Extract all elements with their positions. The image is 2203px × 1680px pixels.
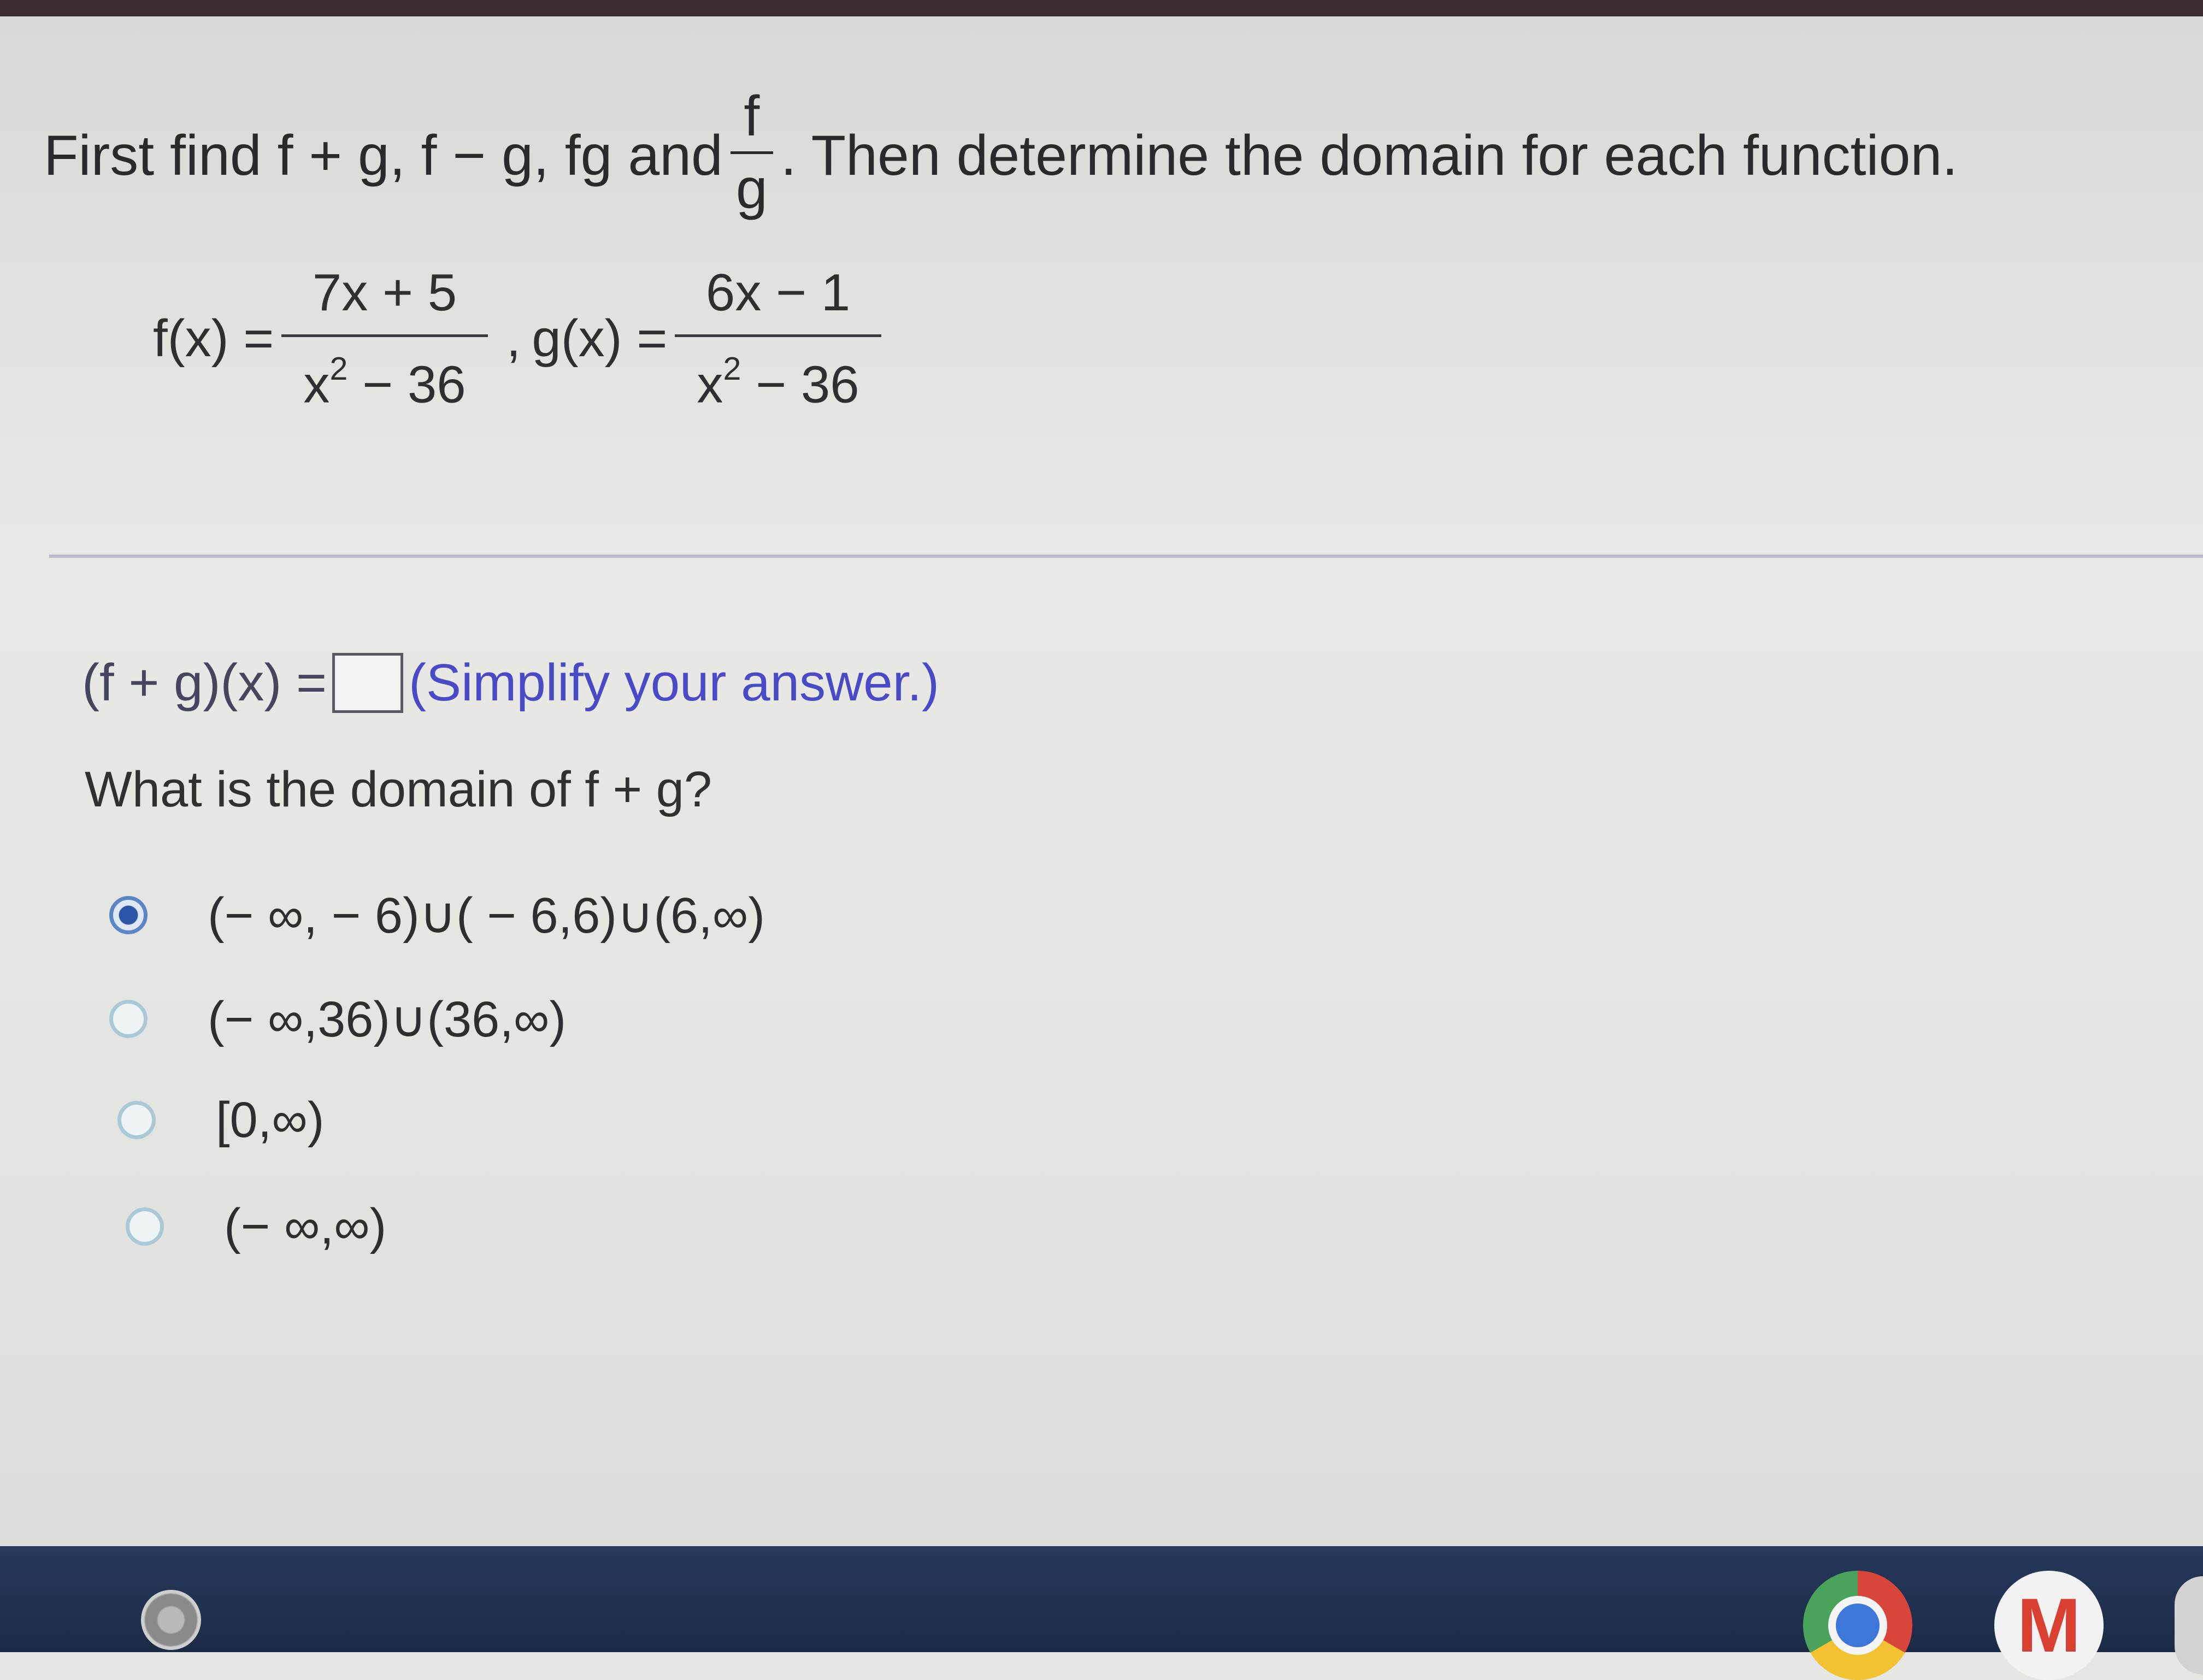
f-fraction-bar bbox=[281, 334, 488, 337]
radio-button[interactable] bbox=[109, 1000, 148, 1038]
choice-label: (− ∞,36)∪(36,∞) bbox=[208, 991, 567, 1047]
fraction-denominator: g bbox=[735, 157, 768, 221]
function-definitions: f(x) = 7x + 5 x2 − 36 , g(x) = 6x − 1 x2… bbox=[153, 257, 889, 421]
g-numerator: 6x − 1 bbox=[705, 263, 851, 322]
choice-label: (− ∞,∞) bbox=[224, 1198, 387, 1254]
fraction-numerator: f bbox=[744, 84, 760, 148]
choice-label: [0,∞) bbox=[216, 1092, 325, 1148]
answer-row: (f + g)(x) = (Simplify your answer.) bbox=[82, 650, 939, 716]
partial-app-icon[interactable] bbox=[2175, 1576, 2203, 1675]
answer-label: (f + g)(x) = bbox=[82, 653, 327, 712]
g-fraction: 6x − 1 x2 − 36 bbox=[675, 263, 881, 414]
g-label: g(x) = bbox=[532, 309, 668, 368]
f-denominator: x2 − 36 bbox=[303, 350, 466, 414]
launcher-icon[interactable] bbox=[141, 1590, 201, 1650]
answer-input[interactable] bbox=[332, 653, 404, 713]
f-label: f(x) = bbox=[153, 309, 274, 368]
g-fraction-bar bbox=[675, 334, 881, 337]
problem-intro: First find f + g, f − g, fg and bbox=[44, 123, 723, 187]
answer-hint: (Simplify your answer.) bbox=[409, 653, 939, 712]
radio-button-selected[interactable] bbox=[109, 896, 148, 934]
problem-statement: First find f + g, f − g, fg and f g . Th… bbox=[44, 88, 1958, 217]
choice-label: (− ∞, − 6)∪( − 6,6)∪(6,∞) bbox=[208, 887, 765, 944]
f-numerator: 7x + 5 bbox=[312, 263, 457, 322]
gmail-icon[interactable]: M bbox=[1994, 1571, 2104, 1680]
g-denominator: x2 − 36 bbox=[697, 350, 859, 414]
radio-button[interactable] bbox=[117, 1101, 156, 1139]
f-over-g-fraction: f g bbox=[730, 84, 773, 221]
fraction-bar bbox=[730, 151, 773, 154]
window-top-frame bbox=[0, 0, 2203, 16]
choice-option-3[interactable]: [0,∞) bbox=[117, 1084, 325, 1156]
f-fraction: 7x + 5 x2 − 36 bbox=[281, 263, 488, 414]
radio-button[interactable] bbox=[126, 1207, 164, 1246]
section-divider bbox=[49, 555, 2203, 558]
choice-option-2[interactable]: (− ∞,36)∪(36,∞) bbox=[109, 983, 566, 1054]
problem-outro: . Then determine the domain for each fun… bbox=[780, 123, 1958, 187]
function-separator: , bbox=[506, 309, 521, 368]
chrome-icon[interactable] bbox=[1803, 1571, 1912, 1680]
choice-option-4[interactable]: (− ∞,∞) bbox=[126, 1191, 386, 1262]
choice-option-1[interactable]: (− ∞, − 6)∪( − 6,6)∪(6,∞) bbox=[109, 880, 765, 951]
domain-question: What is the domain of f + g? bbox=[85, 761, 712, 817]
